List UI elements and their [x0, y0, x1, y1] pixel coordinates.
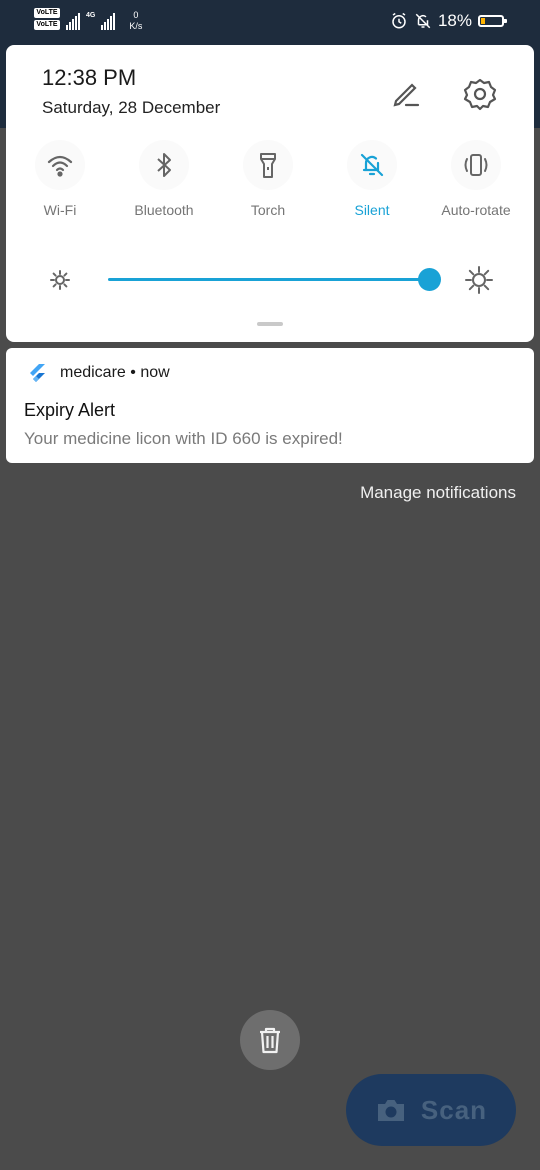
tile-button[interactable]	[451, 140, 501, 190]
gear-icon[interactable]	[462, 75, 498, 111]
notification-app-name: medicare	[60, 364, 126, 381]
clock: 12:38 PM	[42, 65, 137, 90]
manage-notifications-link[interactable]: Manage notifications	[360, 483, 516, 503]
auto-rotate-icon	[464, 154, 488, 176]
battery-icon	[478, 15, 507, 27]
network-type: 4G	[86, 12, 96, 19]
torch-icon	[260, 153, 276, 178]
signal-icon	[66, 12, 80, 30]
flutter-logo-icon	[30, 364, 45, 382]
tile-silent[interactable]: Silent	[320, 140, 424, 218]
date: Saturday, 28 December	[42, 98, 221, 117]
tile-button[interactable]	[347, 140, 397, 190]
bell-off-icon	[415, 13, 431, 29]
tile-label: Torch	[250, 202, 286, 218]
tile-button[interactable]	[243, 140, 293, 190]
brightness-slider[interactable]	[108, 278, 429, 281]
brightness-row	[6, 260, 534, 300]
trash-icon	[260, 1027, 280, 1054]
camera-icon	[377, 1100, 404, 1121]
speed-value: 0	[133, 10, 139, 20]
brightness-high-icon	[465, 266, 493, 294]
tile-wifi[interactable]: Wi-Fi	[8, 140, 112, 218]
status-bar: VoLTE VoLTE 4G 0 K/s 18%	[0, 0, 540, 44]
speed-unit: K/s	[129, 21, 143, 31]
tile-button[interactable]	[35, 140, 85, 190]
brightness-slider-thumb[interactable]	[418, 268, 441, 291]
quick-settings-panel: 12:38 PM Saturday, 28 December Wi-Fi Blu…	[6, 45, 534, 342]
notification-body: Your medicine licon with ID 660 is expir…	[24, 429, 343, 448]
notification-header: medicare • now	[60, 364, 170, 382]
alarm-icon	[392, 12, 406, 29]
tile-torch[interactable]: Torch	[216, 140, 320, 218]
wifi-icon	[47, 155, 73, 177]
panel-drag-handle[interactable]	[257, 322, 283, 326]
tile-label: Silent	[354, 202, 390, 218]
pencil-icon[interactable]	[388, 75, 424, 111]
notification-card[interactable]: medicare • now Expiry Alert Your medicin…	[6, 348, 534, 463]
tile-label: Wi-Fi	[43, 202, 77, 218]
notification-separator: •	[130, 364, 136, 381]
tile-button[interactable]	[139, 140, 189, 190]
notification-title: Expiry Alert	[24, 400, 116, 420]
scan-label: Scan	[420, 1094, 488, 1125]
bluetooth-icon	[157, 153, 171, 177]
tile-auto-rotate[interactable]: Auto-rotate	[424, 140, 528, 218]
tile-bluetooth[interactable]: Bluetooth	[112, 140, 216, 218]
notification-time: now	[140, 364, 170, 381]
tile-label: Bluetooth	[134, 202, 194, 218]
brightness-low-icon	[50, 270, 70, 290]
battery-level	[481, 18, 485, 24]
tile-label: Auto-rotate	[441, 202, 511, 218]
signal-icon	[101, 12, 116, 30]
network-speed: 0 K/s	[129, 10, 142, 32]
volte-badge: VoLTE	[34, 20, 60, 30]
delete-button[interactable]	[240, 1010, 300, 1070]
bell-off-icon	[360, 153, 384, 177]
battery-percent: 18%	[437, 11, 472, 30]
scan-button[interactable]: Scan	[346, 1074, 516, 1146]
volte-badge: VoLTE	[34, 8, 60, 18]
